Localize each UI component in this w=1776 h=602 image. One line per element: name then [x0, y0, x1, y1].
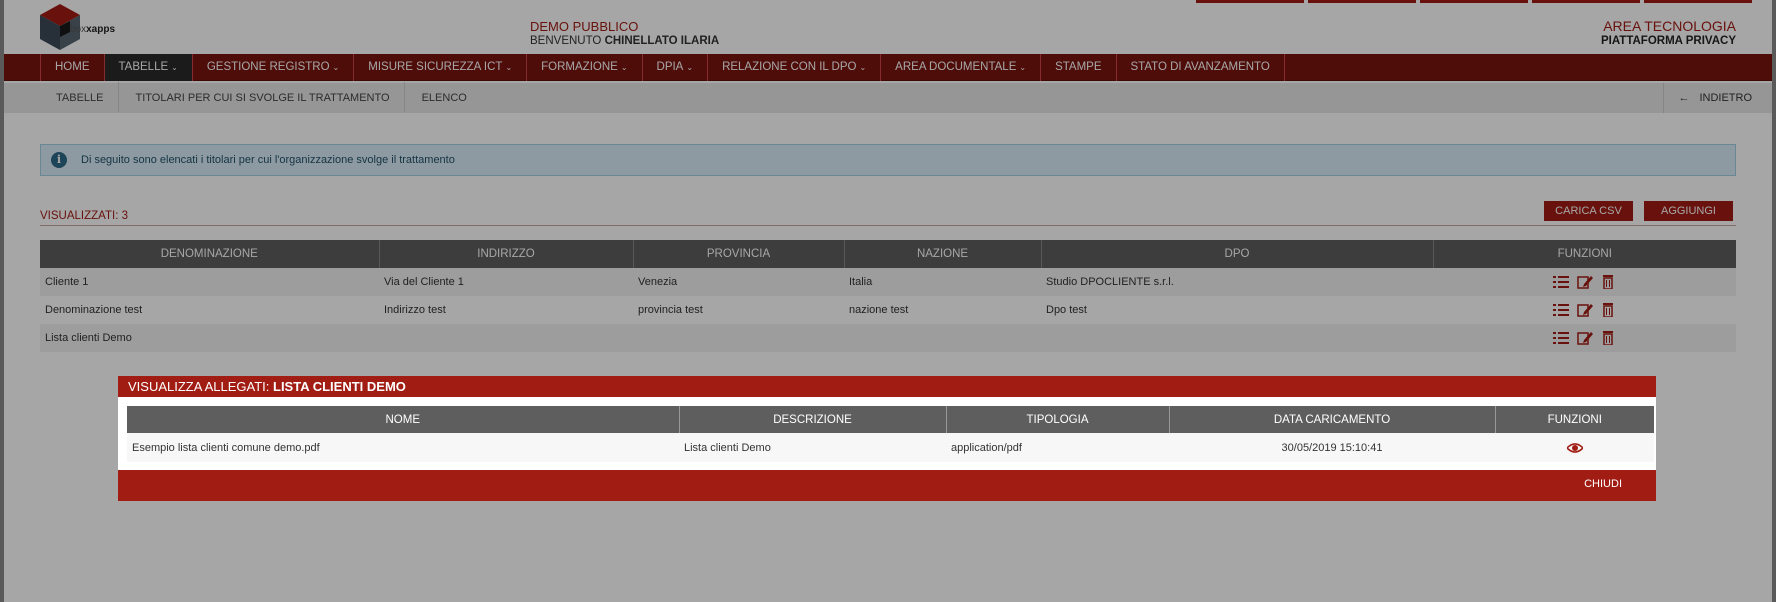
modal-title: VISUALIZZA ALLEGATI: LISTA CLIENTI DEMO	[118, 376, 1656, 397]
column-header[interactable]: TIPOLOGIA	[946, 406, 1170, 433]
attachments-table: NOME DESCRIZIONE TIPOLOGIA DATA CARICAME…	[127, 406, 1654, 462]
cell-descrizione: Lista clienti Demo	[679, 433, 946, 462]
modal-title-name: LISTA CLIENTI DEMO	[273, 379, 406, 394]
table-row: Esempio lista clienti comune demo.pdf Li…	[127, 433, 1654, 462]
column-header[interactable]: DATA CARICAMENTO	[1169, 406, 1496, 433]
column-header[interactable]: DESCRIZIONE	[679, 406, 947, 433]
column-header[interactable]: NOME	[127, 406, 680, 433]
cell-data: 30/05/2019 15:10:41	[1169, 433, 1495, 462]
modal-footer: CHIUDI	[118, 470, 1656, 501]
cell-nome: Esempio lista clienti comune demo.pdf	[127, 433, 679, 462]
eye-icon[interactable]	[1566, 441, 1583, 455]
table-header-row: NOME DESCRIZIONE TIPOLOGIA DATA CARICAME…	[127, 406, 1654, 433]
close-button[interactable]: CHIUDI	[1584, 478, 1622, 490]
attachments-modal: VISUALIZZA ALLEGATI: LISTA CLIENTI DEMO …	[118, 376, 1656, 501]
modal-backdrop[interactable]	[0, 0, 1776, 602]
column-header: FUNZIONI	[1495, 406, 1654, 433]
cell-funzioni	[1495, 433, 1654, 462]
cell-tipologia: application/pdf	[946, 433, 1169, 462]
